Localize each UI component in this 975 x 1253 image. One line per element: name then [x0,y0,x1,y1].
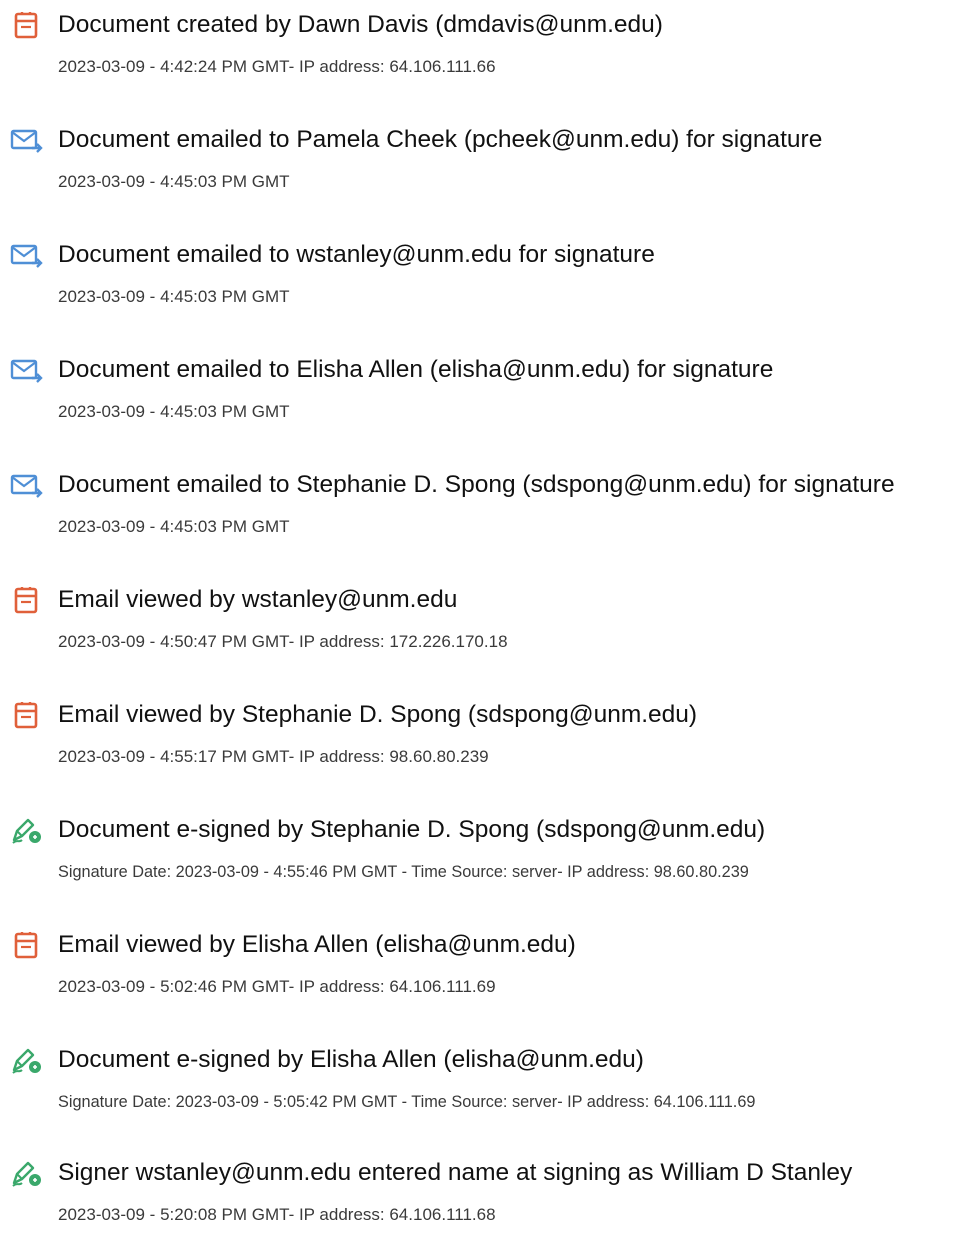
audit-event-emailed-pcheek: Document emailed to Pamela Cheek (pcheek… [0,120,975,220]
audit-event-signed-elisha: Document e-signed by Elisha Allen (elish… [0,1040,975,1140]
event-detail: 2023-03-09 - 4:55:17 PM GMT- IP address:… [58,747,489,766]
event-title: Document emailed to Pamela Cheek (pcheek… [58,126,823,153]
event-detail: 2023-03-09 - 4:45:03 PM GMT [58,172,290,191]
audit-event-emailed-wstanley: Document emailed to wstanley@unm.edu for… [0,235,975,335]
event-title: Email viewed by Stephanie D. Spong (sdsp… [58,701,698,728]
email-sent-icon [10,356,44,386]
event-detail: 2023-03-09 - 4:45:03 PM GMT [58,402,290,421]
event-detail: 2023-03-09 - 4:45:03 PM GMT [58,287,290,306]
signature-pen-icon [10,1159,44,1189]
audit-event-document-created: Document created by Dawn Davis (dmdavis@… [0,5,975,105]
email-sent-icon [10,471,44,501]
event-detail: Signature Date: 2023-03-09 - 5:05:42 PM … [58,1093,756,1111]
event-title: Document e-signed by Stephanie D. Spong … [58,816,766,843]
document-icon [10,701,44,731]
event-detail: 2023-03-09 - 5:20:08 PM GMT- IP address:… [58,1205,496,1224]
event-title: Document e-signed by Elisha Allen (elish… [58,1046,644,1073]
event-title: Email viewed by Elisha Allen (elisha@unm… [58,931,576,958]
event-title: Document emailed to Elisha Allen (elisha… [58,356,774,383]
signature-pen-icon [10,1046,44,1076]
audit-event-signer-name-entered: Signer wstanley@unm.edu entered name at … [0,1153,975,1253]
event-title: Document created by Dawn Davis (dmdavis@… [58,11,663,38]
email-sent-icon [10,241,44,271]
audit-event-signed-sdspong: Document e-signed by Stephanie D. Spong … [0,810,975,910]
audit-event-emailed-elisha: Document emailed to Elisha Allen (elisha… [0,350,975,450]
document-icon [10,586,44,616]
event-detail: 2023-03-09 - 4:42:24 PM GMT- IP address:… [58,57,496,76]
audit-event-viewed-sdspong: Email viewed by Stephanie D. Spong (sdsp… [0,695,975,795]
event-title: Signer wstanley@unm.edu entered name at … [58,1159,853,1186]
audit-event-emailed-sdspong: Document emailed to Stephanie D. Spong (… [0,465,975,565]
event-title: Email viewed by wstanley@unm.edu [58,586,458,613]
audit-event-viewed-wstanley: Email viewed by wstanley@unm.edu 2023-03… [0,580,975,680]
email-sent-icon [10,126,44,156]
event-title: Document emailed to wstanley@unm.edu for… [58,241,655,268]
event-detail: 2023-03-09 - 5:02:46 PM GMT- IP address:… [58,977,496,996]
document-icon [10,931,44,961]
event-detail: Signature Date: 2023-03-09 - 4:55:46 PM … [58,863,749,881]
document-icon [10,11,44,41]
event-detail: 2023-03-09 - 4:50:47 PM GMT- IP address:… [58,632,508,651]
event-title: Document emailed to Stephanie D. Spong (… [58,471,895,498]
audit-event-viewed-elisha: Email viewed by Elisha Allen (elisha@unm… [0,925,975,1025]
event-detail: 2023-03-09 - 4:45:03 PM GMT [58,517,290,536]
signature-pen-icon [10,816,44,846]
